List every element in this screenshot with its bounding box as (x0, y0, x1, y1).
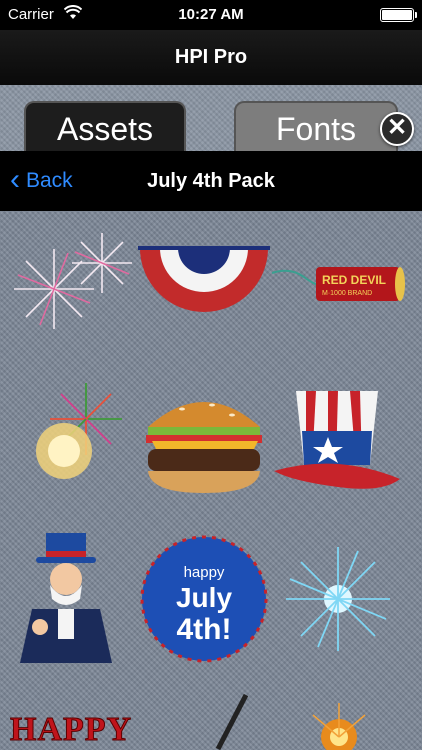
firework-color-icon[interactable] (26, 379, 136, 489)
firecracker-label: RED DEVIL (322, 273, 386, 287)
badge-line-1: happy (184, 564, 225, 581)
pack-title: July 4th Pack (147, 170, 275, 192)
happy-text-asset[interactable]: HAPPY (9, 711, 132, 749)
battery-icon (380, 8, 417, 22)
sparkler-icon[interactable] (212, 691, 252, 750)
badge-line-3: 4th! (177, 613, 232, 646)
firecracker-sublabel: M·1000 BRAND (322, 290, 372, 297)
status-bar: Carrier 10:27 AM (0, 0, 422, 30)
firework-blue-icon[interactable] (280, 541, 396, 657)
badge-line-2: July (176, 582, 232, 613)
navigation-bar: ‹ Back July 4th Pack (0, 151, 422, 211)
asset-grid: RED DEVIL M·1000 BRAND happy July 4th! H… (0, 211, 422, 750)
tab-bar: Assets Fonts (0, 85, 422, 151)
explosion-icon[interactable] (304, 697, 374, 750)
app-title: HPI Pro (0, 30, 422, 85)
close-icon[interactable]: ✕ (380, 112, 414, 146)
firework-white-icon[interactable] (10, 229, 138, 337)
tab-fonts[interactable]: Fonts (234, 101, 398, 151)
tab-assets[interactable]: Assets (24, 101, 186, 151)
uncle-sam-icon[interactable] (18, 529, 122, 663)
clock: 10:27 AM (178, 6, 244, 23)
top-hat-icon[interactable] (272, 383, 402, 499)
burger-icon[interactable] (142, 387, 266, 495)
firecracker-icon[interactable]: RED DEVIL M·1000 BRAND (270, 263, 410, 307)
bunting-icon[interactable] (138, 246, 270, 318)
happy-july-4th-badge[interactable]: happy July 4th! (140, 535, 268, 663)
